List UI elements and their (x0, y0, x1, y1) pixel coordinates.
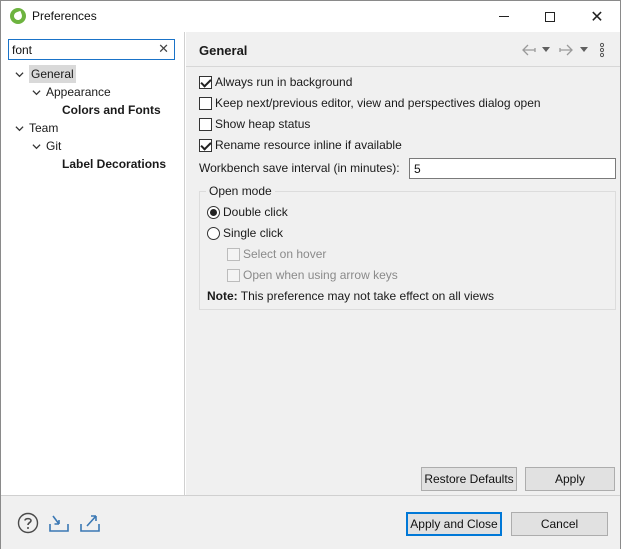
preference-tree-pane: ✕ General Appearance Colors and Fonts Te… (1, 32, 185, 495)
apply-button[interactable]: Apply (525, 467, 615, 491)
back-arrow-icon[interactable] (521, 42, 537, 58)
group-title: Open mode (206, 184, 275, 198)
checkbox-checked[interactable] (199, 138, 212, 152)
checkbox-unchecked[interactable] (199, 96, 212, 110)
maximize-icon (545, 11, 555, 22)
checkbox-checked[interactable] (199, 75, 212, 89)
view-menu-icon[interactable] (600, 42, 604, 58)
chevron-down-icon[interactable] (30, 137, 42, 155)
close-icon: ✕ (590, 6, 604, 26)
tree-item-label: General (29, 65, 76, 83)
option-show-heap-status[interactable]: Show heap status (199, 115, 310, 133)
radio-double-click[interactable]: Double click (207, 203, 288, 221)
chevron-down-icon[interactable] (30, 83, 42, 101)
option-label: Rename resource inline if available (215, 138, 402, 152)
maximize-button[interactable] (527, 1, 573, 32)
preference-page: General Always run in background Keep ne… (186, 32, 620, 495)
export-icon[interactable] (79, 512, 101, 534)
tree-item-label: Appearance (46, 85, 111, 99)
radio-label: Single click (223, 226, 284, 240)
radio-label: Double click (223, 205, 288, 219)
window-title: Preferences (32, 9, 97, 23)
apply-and-close-button[interactable]: Apply and Close (406, 512, 502, 536)
preferences-window: Preferences ✕ ✕ General Appearanc (0, 0, 621, 549)
save-interval-label: Workbench save interval (in minutes): (199, 161, 400, 175)
tree-item-label: Team (29, 121, 59, 135)
minimize-button[interactable] (481, 1, 527, 32)
dialog-button-bar: Apply and Close Cancel (1, 495, 620, 549)
open-mode-group: Open mode Double click Single click Sele… (199, 184, 616, 310)
note-prefix: Note: (207, 289, 238, 303)
tree-item-label: Label Decorations (62, 157, 167, 171)
spring-leaf-icon (10, 8, 26, 24)
radio-selected[interactable] (207, 205, 220, 219)
filter-field[interactable]: ✕ (8, 39, 175, 60)
page-header: General (186, 32, 620, 67)
clear-filter-icon[interactable]: ✕ (158, 41, 169, 58)
chevron-down-icon[interactable] (13, 65, 25, 83)
option-select-on-hover: Select on hover (227, 245, 326, 263)
option-open-with-arrow-keys: Open when using arrow keys (227, 266, 398, 284)
option-label: Show heap status (215, 117, 311, 131)
chevron-down-icon[interactable] (13, 119, 25, 137)
option-keep-next-previous-dialog-open[interactable]: Keep next/previous editor, view and pers… (199, 94, 541, 112)
tree-item-label: Colors and Fonts (62, 103, 161, 117)
close-button[interactable]: ✕ (574, 1, 620, 32)
minimize-icon (499, 16, 509, 17)
title-bar: Preferences ✕ (1, 1, 620, 32)
tree-item-label: Git (46, 139, 62, 153)
dropdown-icon[interactable] (542, 42, 550, 58)
filter-input[interactable] (12, 41, 152, 58)
page-content: Always run in background Keep next/previ… (186, 68, 620, 495)
option-label: Select on hover (243, 247, 327, 261)
save-interval-input[interactable] (409, 158, 616, 179)
checkbox-unchecked[interactable] (199, 117, 212, 131)
radio-unselected[interactable] (207, 226, 220, 240)
option-rename-resource-inline[interactable]: Rename resource inline if available (199, 136, 402, 154)
checkbox-disabled (227, 268, 240, 282)
radio-single-click[interactable]: Single click (207, 224, 283, 242)
page-title: General (199, 43, 248, 58)
restore-defaults-button[interactable]: Restore Defaults (421, 467, 517, 491)
option-label: Always run in background (215, 75, 353, 89)
dropdown-icon[interactable] (580, 42, 588, 58)
help-icon[interactable] (17, 512, 39, 534)
checkbox-disabled (227, 247, 240, 261)
cancel-button[interactable]: Cancel (511, 512, 608, 536)
open-mode-note: Note: This preference may not take effec… (207, 289, 494, 303)
option-always-run-in-background[interactable]: Always run in background (199, 73, 352, 91)
forward-arrow-icon[interactable] (558, 42, 574, 58)
option-label: Open when using arrow keys (243, 268, 398, 282)
note-text: This preference may not take effect on a… (237, 289, 495, 303)
option-label: Keep next/previous editor, view and pers… (215, 96, 541, 110)
import-icon[interactable] (48, 512, 70, 534)
